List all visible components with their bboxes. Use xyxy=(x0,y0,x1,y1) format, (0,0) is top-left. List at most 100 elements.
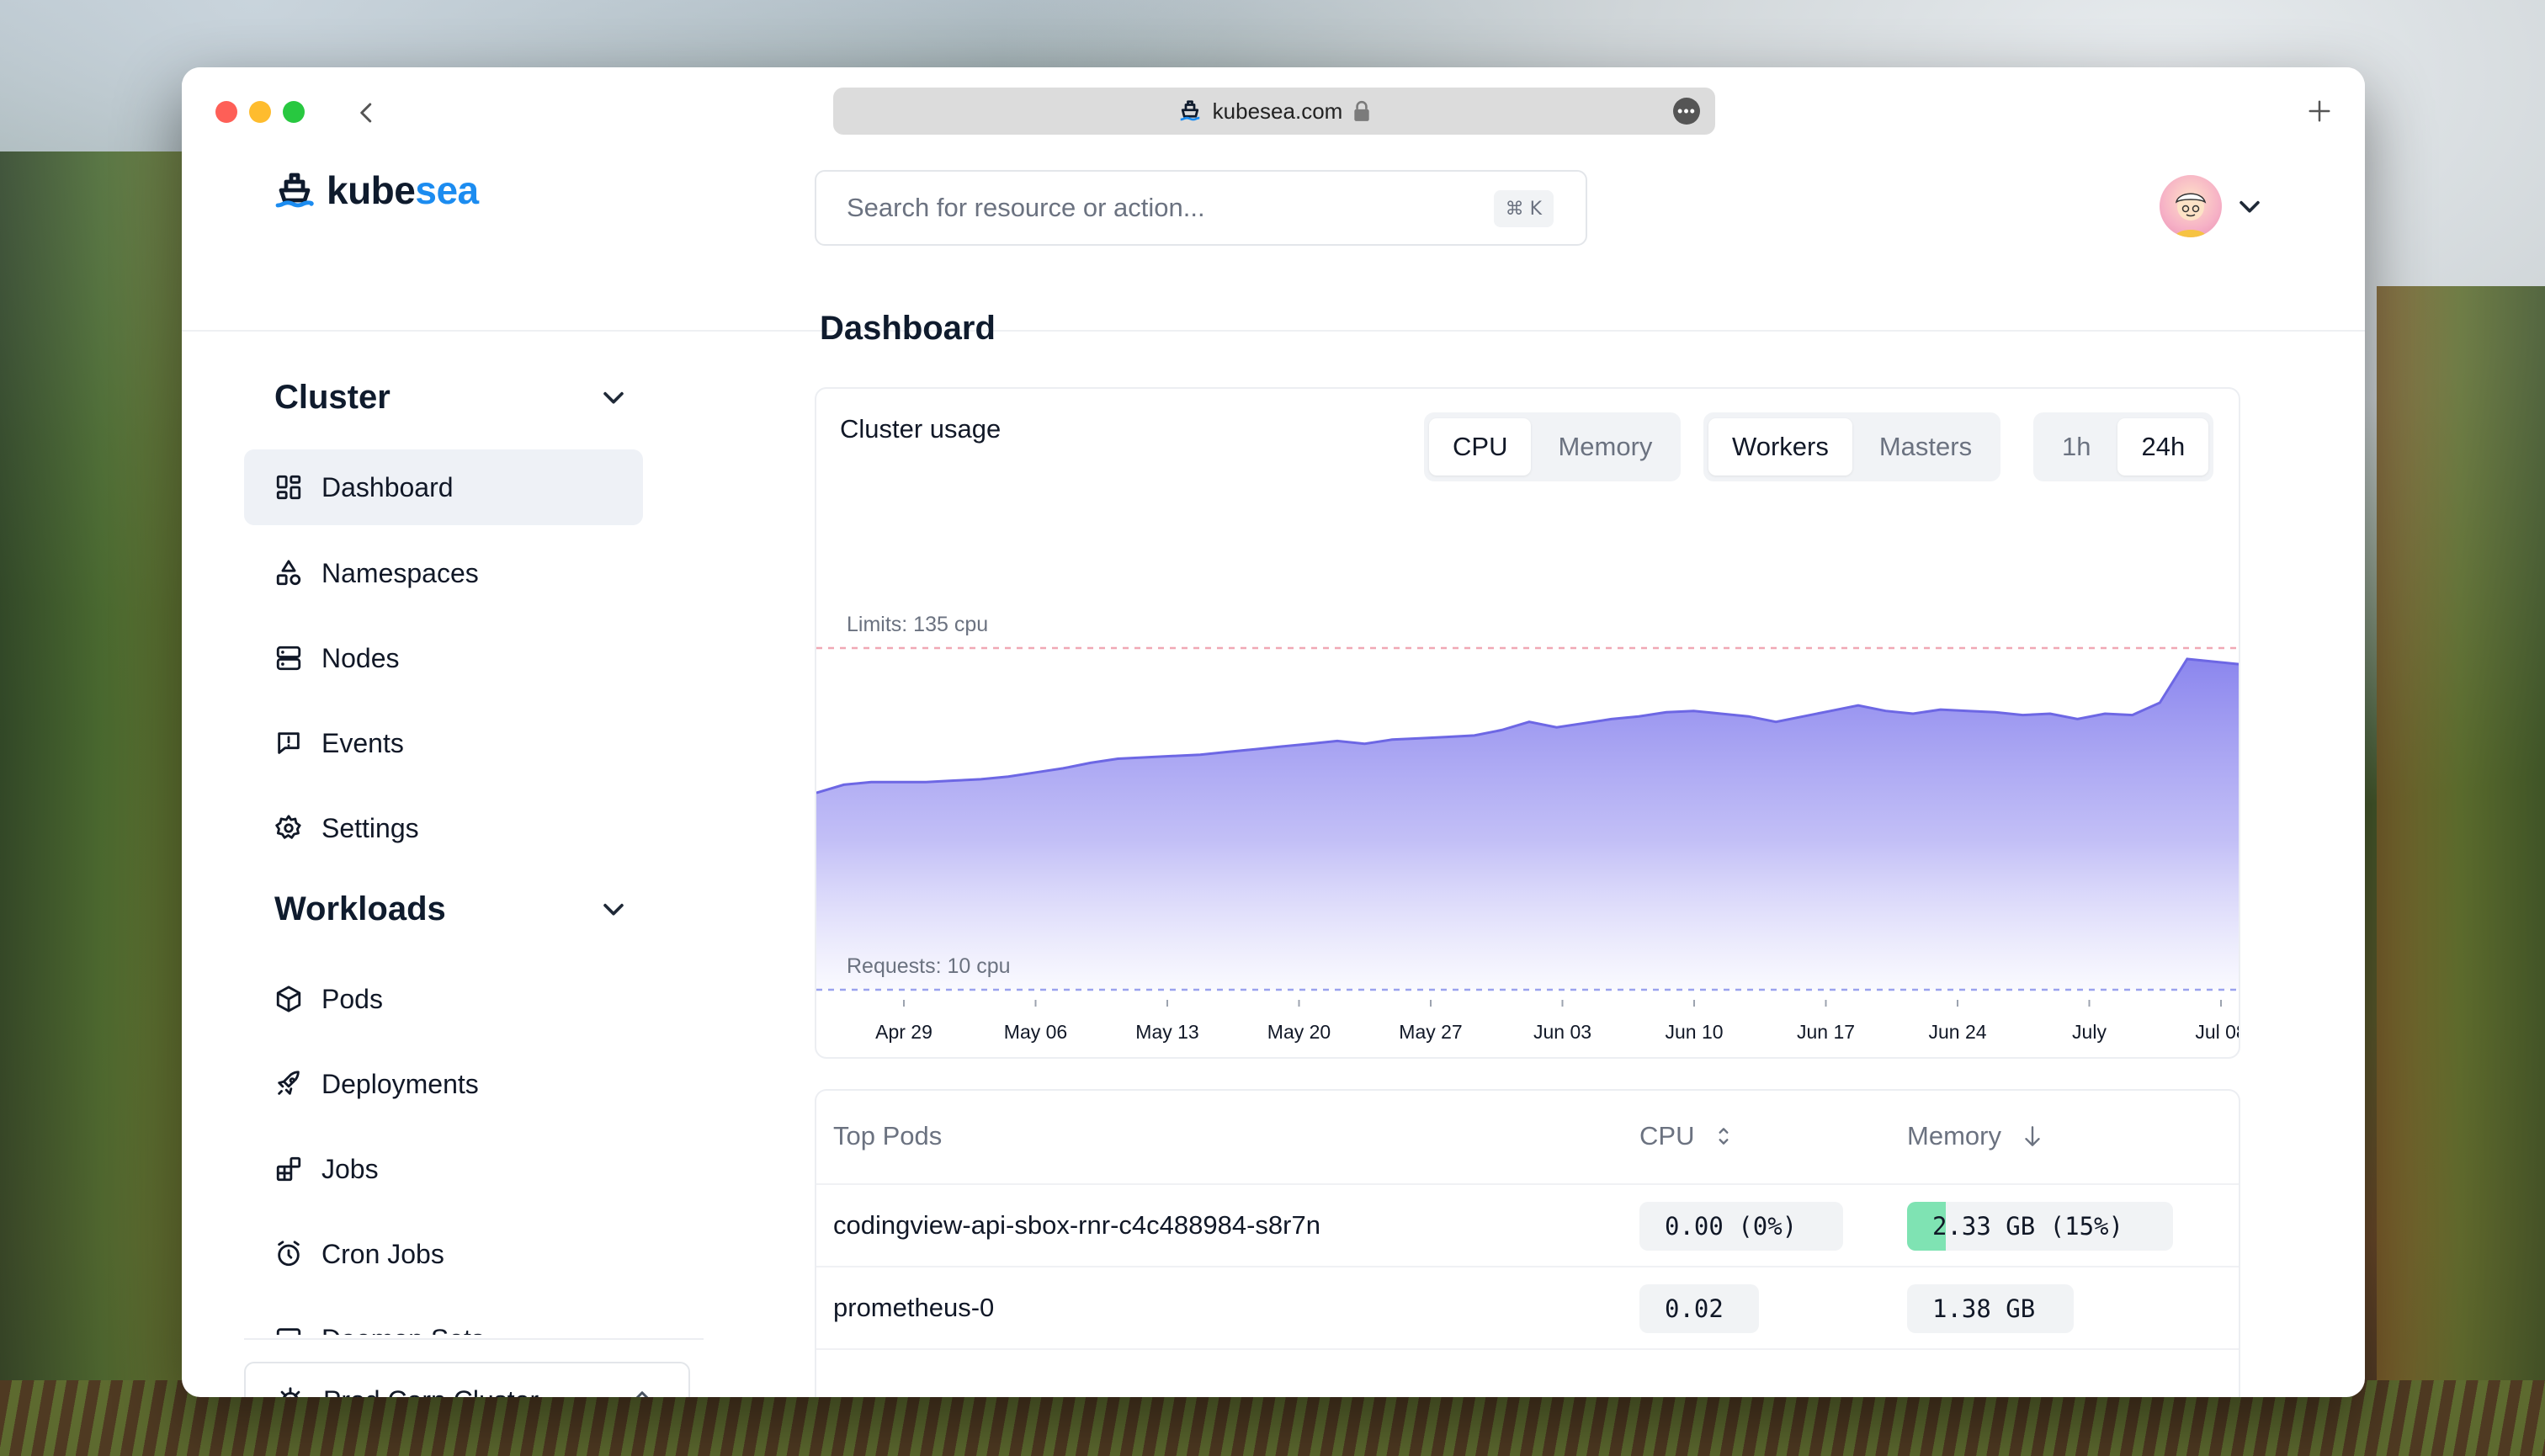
monitor-icon xyxy=(276,1328,301,1335)
column-label: CPU xyxy=(1639,1121,1695,1150)
sidebar-section-cluster[interactable]: Cluster xyxy=(274,372,628,422)
x-tick-label: May 20 xyxy=(1267,1021,1331,1043)
landscape-trees-left xyxy=(0,151,202,1456)
limit-label: Limits: 135 cpu xyxy=(847,613,988,636)
chevron-left-icon xyxy=(360,103,372,123)
gear-icon xyxy=(275,815,301,839)
lock-icon xyxy=(1354,100,1369,121)
shapes-icon xyxy=(276,560,301,586)
logo-text-kube: kube xyxy=(327,168,416,212)
sidebar-item-label: Namespaces xyxy=(321,557,479,588)
pod-cpu-value: 0.02 xyxy=(1639,1284,1759,1333)
sidebar-item-events[interactable]: Events xyxy=(244,705,643,781)
x-tick-label: Jul 08 xyxy=(2195,1021,2240,1043)
pod-cpu-value: 0.00 (0%) xyxy=(1639,1202,1843,1251)
browser-window: kubesea.com ••• kubesea Search for resou… xyxy=(182,67,2365,1397)
chevron-down-icon xyxy=(603,903,624,916)
page-title: Dashboard xyxy=(820,310,996,347)
sidebar-item-label: Pods xyxy=(321,983,383,1014)
sidebar-item-cron-jobs[interactable]: Cron Jobs xyxy=(244,1216,643,1292)
column-label: Top Pods xyxy=(833,1121,943,1150)
column-header-memory[interactable]: Memory xyxy=(1907,1121,2043,1151)
chevron-up-down-icon xyxy=(635,1391,649,1397)
x-tick-label: Apr 29 xyxy=(875,1021,932,1043)
search-shortcut-badge: ⌘ K xyxy=(1493,190,1554,227)
sidebar: Cluster Dashboard Namespaces Nodes Event… xyxy=(182,332,704,1397)
sidebar-item-label: Nodes xyxy=(321,642,400,673)
helm-icon xyxy=(280,1387,300,1397)
address-bar[interactable]: kubesea.com ••• xyxy=(833,88,1715,135)
sidebar-item-settings[interactable]: Settings xyxy=(244,790,643,866)
column-header-cpu[interactable]: CPU xyxy=(1639,1121,1733,1151)
landscape-trees-right xyxy=(2377,286,2545,1456)
sidebar-item-deployments[interactable]: Deployments xyxy=(244,1046,643,1122)
sidebar-item-dashboard[interactable]: Dashboard xyxy=(244,449,643,525)
back-button[interactable] xyxy=(347,93,387,133)
url-text: kubesea.com xyxy=(1212,98,1343,124)
x-tick-label: Jun 03 xyxy=(1533,1021,1591,1043)
sidebar-section-workloads[interactable]: Workloads xyxy=(274,884,628,934)
pod-memory-value: 1.38 GB xyxy=(1907,1284,2074,1333)
sidebar-divider xyxy=(244,1338,704,1340)
user-avatar[interactable] xyxy=(2160,175,2222,237)
x-tick-label: Jun 17 xyxy=(1797,1021,1855,1043)
section-title: Cluster xyxy=(274,378,391,416)
alarm-clock-icon xyxy=(278,1241,300,1267)
zoom-window-button[interactable] xyxy=(283,101,305,123)
cluster-selector[interactable]: Prod Corp Cluster xyxy=(244,1362,690,1397)
ship-logo-icon xyxy=(275,173,314,208)
x-tick-label: July xyxy=(2072,1021,2107,1043)
sidebar-item-jobs[interactable]: Jobs xyxy=(244,1131,643,1207)
close-window-button[interactable] xyxy=(215,101,237,123)
sidebar-item-label: Cron Jobs xyxy=(321,1238,444,1269)
pod-memory-value: 2.33 GB (15%) xyxy=(1907,1202,2173,1251)
x-tick-label: May 27 xyxy=(1399,1021,1462,1043)
page-options-button[interactable]: ••• xyxy=(1673,98,1700,125)
table-header: Top Pods CPU Memory xyxy=(816,1091,2239,1185)
pod-cpu-text: 0.02 xyxy=(1665,1294,1724,1323)
cluster-usage-card: Cluster usage CPU Memory Workers Masters… xyxy=(815,387,2240,1059)
sidebar-item-namespaces[interactable]: Namespaces xyxy=(244,535,643,611)
cube-icon xyxy=(276,986,301,1012)
x-tick-label: Jun 24 xyxy=(1928,1021,1986,1043)
sidebar-item-pods[interactable]: Pods xyxy=(244,961,643,1037)
table-row[interactable]: codingview-api-sbox-rnr-c4c488984-s8r7n … xyxy=(816,1185,2239,1267)
pod-cpu-text: 0.00 (0%) xyxy=(1665,1212,1798,1241)
column-header-name: Top Pods xyxy=(833,1121,942,1151)
section-title: Workloads xyxy=(274,890,446,927)
more-icon: ••• xyxy=(1677,102,1696,120)
plus-icon xyxy=(2309,100,2330,122)
sidebar-item-label: Jobs xyxy=(321,1153,379,1184)
kubesea-logo[interactable]: kubesea xyxy=(274,165,479,215)
sidebar-item-label: Settings xyxy=(321,812,419,843)
chevron-down-icon xyxy=(603,391,624,404)
search-input[interactable]: Search for resource or action... ⌘ K xyxy=(815,170,1587,246)
avatar-face-icon xyxy=(2175,193,2207,237)
arrow-down-icon xyxy=(2025,1126,2040,1146)
sidebar-item-label: Events xyxy=(321,727,404,758)
table-row[interactable]: prometheus-0 0.02 1.38 GB xyxy=(816,1267,2239,1350)
pod-memory-text: 1.38 GB xyxy=(1932,1294,2036,1323)
sidebar-item-label: Deployments xyxy=(321,1068,479,1099)
cluster-usage-chart: Limits: 135 cpu Requests: 10 cpu Apr 29 M… xyxy=(816,613,2240,1043)
pod-memory-text: 2.33 GB (15%) xyxy=(1932,1212,2123,1241)
logo-text-sea: sea xyxy=(415,168,479,212)
search-placeholder: Search for resource or action... xyxy=(847,193,1205,222)
request-label: Requests: 10 cpu xyxy=(847,954,1011,978)
chevron-down-icon[interactable] xyxy=(2235,192,2264,221)
x-tick-label: May 13 xyxy=(1135,1021,1198,1043)
pod-name[interactable]: codingview-api-sbox-rnr-c4c488984-s8r7n xyxy=(833,1210,1320,1241)
new-tab-button[interactable] xyxy=(2298,89,2341,133)
x-axis: Apr 29 May 06 May 13 May 20 May 27 Jun 03 Jun … xyxy=(875,1000,2240,1043)
cluster-selector-label: Prod Corp Cluster xyxy=(323,1385,539,1398)
server-icon xyxy=(276,646,301,671)
minimize-window-button[interactable] xyxy=(249,101,271,123)
message-alert-icon xyxy=(278,732,300,754)
column-label: Memory xyxy=(1907,1121,2001,1150)
pod-name[interactable]: prometheus-0 xyxy=(833,1293,994,1323)
sidebar-item-nodes[interactable]: Nodes xyxy=(244,620,643,696)
dashboard-icon xyxy=(276,475,301,500)
usage-area xyxy=(816,659,2239,990)
blocks-icon xyxy=(276,1156,301,1182)
sidebar-item-daemon-sets[interactable]: Daemon Sets xyxy=(244,1301,643,1335)
